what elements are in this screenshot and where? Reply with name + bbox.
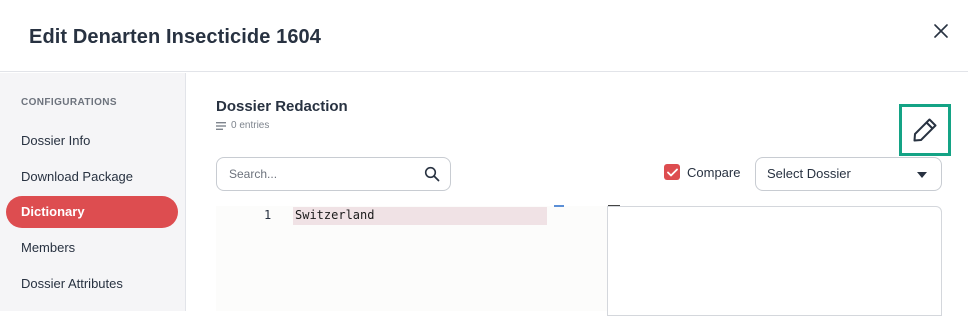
search-input[interactable]	[227, 166, 424, 182]
compare-label: Compare	[687, 164, 741, 180]
sidebar-item-dossier-info[interactable]: Dossier Info	[6, 125, 178, 157]
section-title: Dossier Redaction	[216, 98, 348, 115]
sidebar-item-dictionary[interactable]: Dictionary	[6, 196, 178, 228]
sidebar-item-dossier-attributes[interactable]: Dossier Attributes	[6, 268, 178, 300]
close-button[interactable]	[931, 21, 951, 41]
dictionary-editor[interactable]: 1 Switzerland	[216, 205, 607, 311]
sidebar-heading: CONFIGURATIONS	[21, 97, 117, 108]
list-icon	[216, 121, 226, 130]
compare-pane[interactable]	[607, 206, 942, 316]
sidebar-item-members[interactable]: Members	[6, 232, 178, 264]
compare-toggle[interactable]: Compare	[664, 164, 740, 180]
entries-count: 0 entries	[216, 120, 269, 131]
editor-line-text[interactable]: Switzerland	[295, 208, 374, 222]
sidebar: CONFIGURATIONS Dossier Info Download Pac…	[0, 73, 186, 311]
dossier-select[interactable]: Select Dossier	[755, 157, 942, 191]
edit-button[interactable]	[899, 104, 951, 156]
check-icon	[666, 168, 678, 176]
line-number: 1	[264, 208, 272, 222]
modal-header: Edit Denarten Insecticide 1604	[0, 0, 968, 72]
dossier-select-value: Select Dossier	[767, 166, 851, 181]
search-field[interactable]	[216, 157, 451, 191]
compare-checkbox[interactable]	[664, 164, 680, 180]
entries-label: 0 entries	[231, 120, 270, 131]
pencil-icon	[913, 118, 937, 142]
chevron-down-icon	[917, 172, 927, 178]
sidebar-item-download-package[interactable]: Download Package	[6, 161, 178, 193]
main-content: Dossier Redaction 0 entries Compare Sele	[187, 73, 968, 316]
close-icon	[934, 24, 948, 38]
search-icon[interactable]	[424, 166, 440, 182]
modal-title: Edit Denarten Insecticide 1604	[29, 26, 322, 48]
editor-scroll-marker	[554, 205, 564, 207]
